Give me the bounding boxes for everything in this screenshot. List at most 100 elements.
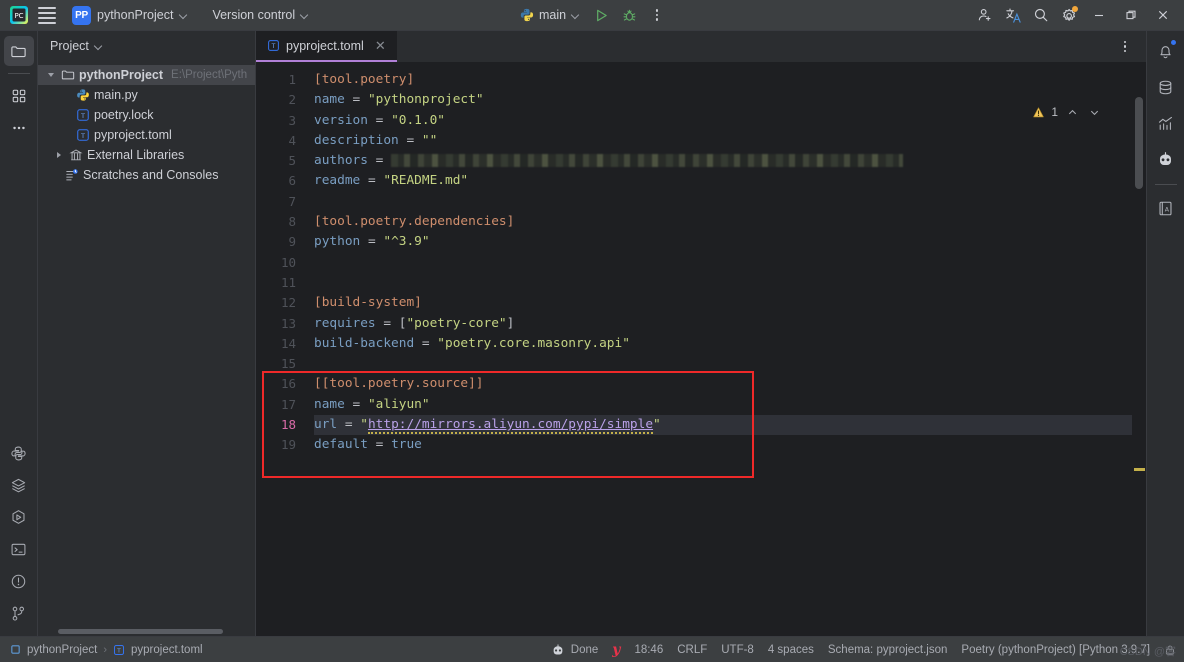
code-line[interactable] [314, 273, 1146, 293]
add-account-icon[interactable] [972, 3, 998, 27]
sidebar-item-more[interactable] [4, 113, 34, 143]
project-selector[interactable]: PP pythonProject [66, 4, 194, 27]
code-line[interactable]: version = "0.1.0" [314, 111, 1146, 131]
lock-icon[interactable] [1164, 644, 1176, 656]
version-control-selector[interactable]: Version control [206, 6, 315, 24]
code-link[interactable]: http://mirrors.aliyun.com/pypi/simple [367, 417, 654, 435]
svg-text:A: A [1165, 206, 1170, 213]
project-panel-header[interactable]: Project [38, 31, 255, 61]
project-panel-horizontal-scrollbar[interactable] [58, 629, 223, 634]
tree-node-scratches-and-consoles[interactable]: Scratches and Consoles [38, 165, 255, 185]
encoding-indicator[interactable]: UTF-8 [721, 644, 754, 656]
search-icon[interactable] [1028, 3, 1054, 27]
redacted-value [391, 154, 904, 168]
hamburger-menu-icon[interactable] [36, 3, 58, 27]
sidebar-item-ai-assistant[interactable] [1151, 144, 1181, 174]
code-line[interactable]: [tool.poetry] [314, 70, 1146, 90]
tab-pyproject-toml[interactable]: T pyproject.toml ✕ [256, 31, 397, 62]
translate-icon[interactable] [1000, 3, 1026, 27]
code-line[interactable]: [[tool.poetry.source]] [314, 374, 1146, 394]
run-configuration-selector[interactable]: main [514, 6, 586, 24]
line-separator-indicator[interactable]: CRLF [677, 644, 707, 656]
tree-node-external-libraries[interactable]: External Libraries [38, 145, 255, 165]
sidebar-item-run[interactable] [4, 502, 34, 532]
breadcrumb-project[interactable]: pythonProject [27, 644, 97, 656]
sidebar-item-analytics[interactable] [1151, 108, 1181, 138]
code-line[interactable]: authors = [314, 151, 1146, 171]
code-line[interactable]: [tool.poetry.dependencies] [314, 212, 1146, 232]
close-icon[interactable]: ✕ [373, 38, 388, 54]
editor-scrollbar[interactable] [1132, 93, 1146, 636]
code-line[interactable]: name = "pythonproject" [314, 90, 1146, 110]
sidebar-item-services[interactable] [4, 470, 34, 500]
editor-options-icon[interactable] [1112, 35, 1138, 59]
sidebar-item-problems[interactable] [4, 566, 34, 596]
rail-divider [7, 73, 30, 74]
chevron-down-icon [179, 11, 188, 20]
code-line[interactable]: [build-system] [314, 293, 1146, 313]
code-line[interactable]: name = "aliyun" [314, 395, 1146, 415]
sidebar-item-version-control[interactable] [4, 598, 34, 628]
scratches-icon [65, 168, 79, 182]
code-token: "aliyun" [367, 396, 430, 412]
code-line[interactable]: build-backend = "poetry.core.masonry.api… [314, 334, 1146, 354]
tree-node-pyproject-toml[interactable]: T pyproject.toml [38, 125, 255, 145]
sidebar-item-notifications[interactable] [1151, 36, 1181, 66]
toml-file-icon: T [113, 644, 125, 656]
toml-file-icon: T [76, 128, 90, 142]
chevron-down-icon[interactable] [94, 42, 103, 51]
code-line[interactable] [314, 192, 1146, 212]
chevron-down-icon[interactable] [44, 72, 57, 78]
line-number: 3 [288, 112, 296, 128]
sidebar-item-dictionary[interactable]: A [1151, 193, 1181, 223]
code-line[interactable]: requires = ["poetry-core"] [314, 314, 1146, 334]
gear-icon[interactable] [1056, 3, 1082, 27]
chevron-up-icon[interactable] [1064, 104, 1080, 120]
code-token: ] [506, 315, 515, 331]
tree-node-main-py[interactable]: main.py [38, 85, 255, 105]
scrollbar-warning-marker[interactable] [1134, 468, 1145, 471]
inspection-widget[interactable]: 1 [1032, 104, 1102, 120]
code-editor[interactable]: 1 2 3 4 5 6 7 8 9 10 11 12 13 14 15 16 1 [256, 62, 1146, 636]
breadcrumb-file[interactable]: pyproject.toml [131, 644, 203, 656]
code-line[interactable]: readme = "README.md" [314, 171, 1146, 191]
chevron-right-icon[interactable] [52, 152, 65, 158]
tree-node-poetry-lock[interactable]: T poetry.lock [38, 105, 255, 125]
code-text[interactable]: [tool.poetry] name = "pythonproject" versi… [306, 62, 1146, 636]
yandex-indicator[interactable]: y [612, 642, 620, 658]
interpreter-indicator[interactable]: Poetry (pythonProject) [Python 3.9.7] [961, 644, 1150, 656]
line-number: 16 [280, 376, 296, 392]
code-line[interactable]: description = "" [314, 131, 1146, 151]
sidebar-item-project[interactable] [3, 36, 34, 66]
code-line[interactable]: python = "^3.9" [314, 232, 1146, 252]
sidebar-item-terminal[interactable] [4, 534, 34, 564]
run-play-icon[interactable] [588, 3, 614, 27]
code-line[interactable] [314, 253, 1146, 273]
window-close-icon[interactable] [1148, 2, 1178, 28]
more-vertical-icon[interactable] [644, 3, 670, 27]
breadcrumb: pythonProject › T pyproject.toml [10, 644, 203, 656]
sidebar-item-commit[interactable] [4, 81, 34, 111]
maximize-restore-icon[interactable] [1116, 2, 1146, 28]
code-line[interactable]: url = "http://mirrors.aliyun.com/pypi/si… [314, 415, 1146, 436]
indent-indicator[interactable]: 4 spaces [768, 644, 814, 656]
chevron-down-icon[interactable] [1086, 104, 1102, 120]
debug-bug-icon[interactable] [616, 3, 642, 27]
svg-text:T: T [116, 648, 121, 654]
code-line[interactable] [314, 354, 1146, 374]
schema-indicator[interactable]: Schema: pyproject.json [828, 644, 948, 656]
sidebar-item-database[interactable] [1151, 72, 1181, 102]
tree-node-pythonproject[interactable]: pythonProject E:\Project\Pyth [38, 65, 255, 85]
project-badge: PP [72, 5, 91, 25]
sidebar-item-python-console[interactable] [4, 438, 34, 468]
line-number: 17 [280, 396, 296, 412]
line-number: 13 [280, 315, 296, 331]
rail-divider [1154, 184, 1177, 185]
code-line[interactable]: default = true [314, 435, 1146, 455]
code-token: " [360, 417, 368, 433]
code-token: = [360, 173, 384, 189]
ai-assistant-status[interactable]: Done [551, 643, 598, 657]
project-panel-title: Project [50, 39, 89, 53]
scrollbar-thumb[interactable] [1135, 97, 1143, 189]
minimize-icon[interactable] [1084, 2, 1114, 28]
